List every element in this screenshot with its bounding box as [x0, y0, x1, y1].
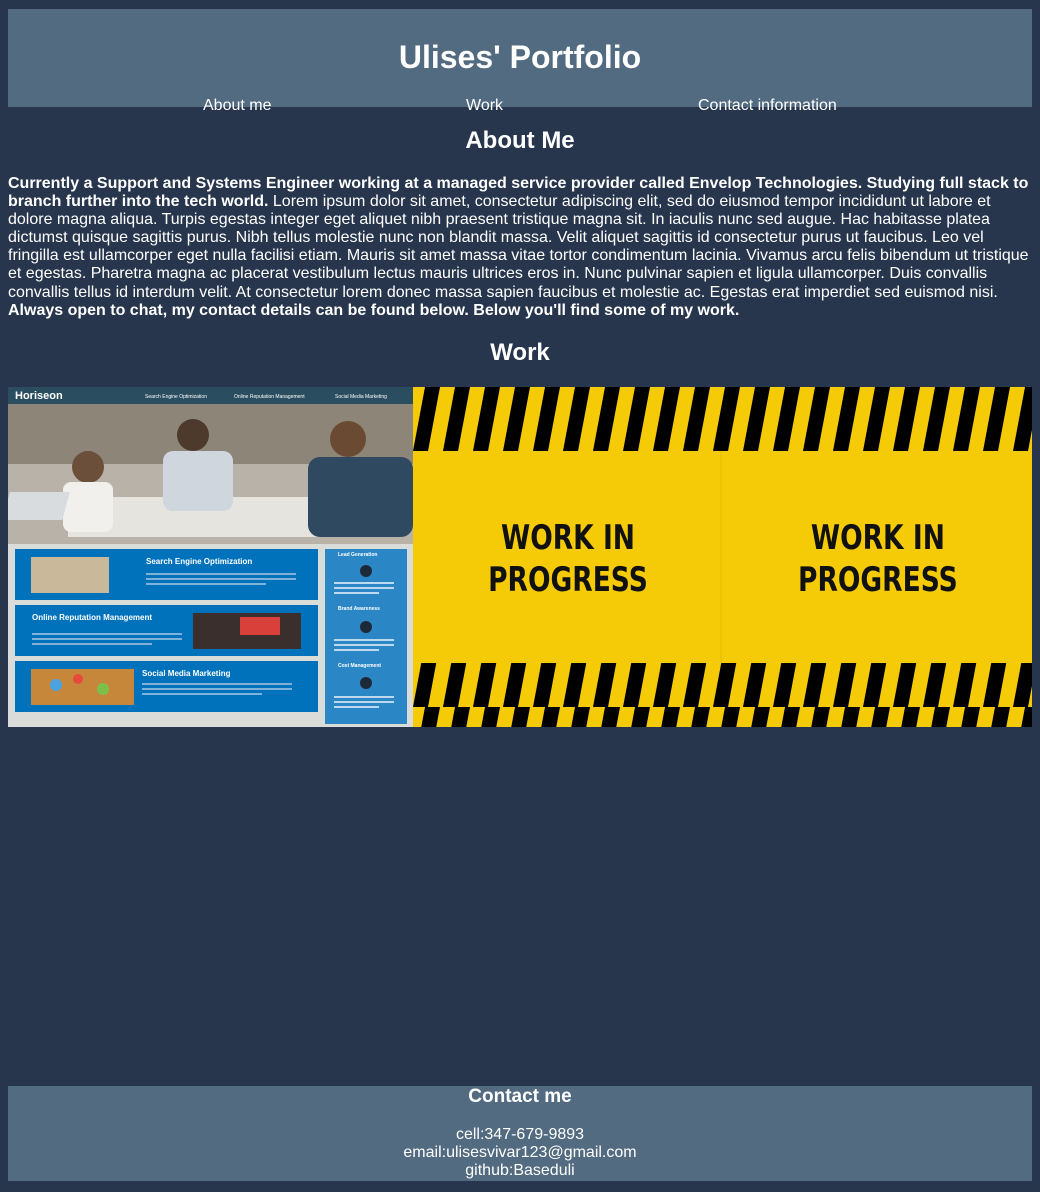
- contact-github[interactable]: github:Baseduli: [8, 1162, 1032, 1180]
- horiseon-nav-2: Online Reputation Management: [234, 394, 305, 400]
- horiseon-preview: Horiseon Search Engine Optimization Onli…: [8, 387, 413, 724]
- wip-text-1b: PROGRESS: [488, 561, 648, 600]
- about-heading: About Me: [465, 127, 575, 154]
- horiseon-nav-1: Search Engine Optimization: [145, 394, 207, 400]
- horiseon-side-3: Cost Management: [338, 663, 381, 669]
- nav-link-work[interactable]: Work: [466, 96, 503, 116]
- work-heading: Work: [490, 339, 550, 366]
- wip-text-2a: WORK IN: [811, 519, 945, 558]
- project-work-in-progress[interactable]: WORK IN PROGRESS WORK IN PROGRESS: [413, 387, 1032, 727]
- caution-banner: WORK IN PROGRESS WORK IN PROGRESS: [413, 387, 1032, 727]
- wip-text-2b: PROGRESS: [798, 561, 958, 600]
- contact-footer: Contact me cell:347-679-9893 email:ulise…: [8, 1086, 1032, 1181]
- contact-cell: cell:347-679-9893: [455, 1126, 585, 1143]
- horiseon-card-1: Search Engine Optimization: [146, 557, 252, 566]
- horiseon-side-2: Brand Awareness: [338, 606, 380, 612]
- about-outro: Always open to chat, my contact details …: [8, 301, 740, 319]
- nav-link-about[interactable]: About me: [203, 96, 271, 116]
- about-text: Currently a Support and Systems Engineer…: [8, 175, 1032, 320]
- contact-email[interactable]: email:ulisesvivar123@gmail.com: [8, 1144, 1032, 1162]
- horiseon-nav-3: Social Media Marketing: [335, 394, 387, 400]
- work-gallery: Horiseon Search Engine Optimization Onli…: [8, 387, 1032, 727]
- contact-details: cell:347-679-9893 email:ulisesvivar123@g…: [8, 1126, 1032, 1180]
- horiseon-card-3: Social Media Marketing: [142, 669, 231, 678]
- wip-text-1a: WORK IN: [501, 519, 635, 558]
- site-header: Ulises' Portfolio About me Work Contact …: [8, 9, 1032, 114]
- project-horiseon-screenshot[interactable]: Horiseon Search Engine Optimization Onli…: [8, 387, 413, 727]
- horiseon-side-1: Lead Generation: [338, 552, 377, 558]
- site-title: Ulises' Portfolio: [398, 39, 642, 75]
- contact-heading: Contact me: [468, 1086, 572, 1107]
- nav-link-contact[interactable]: Contact information: [698, 96, 837, 116]
- main-nav: About me Work Contact information: [8, 96, 1032, 116]
- horiseon-brand: Horiseon: [15, 390, 63, 402]
- horiseon-card-2: Online Reputation Management: [32, 613, 152, 622]
